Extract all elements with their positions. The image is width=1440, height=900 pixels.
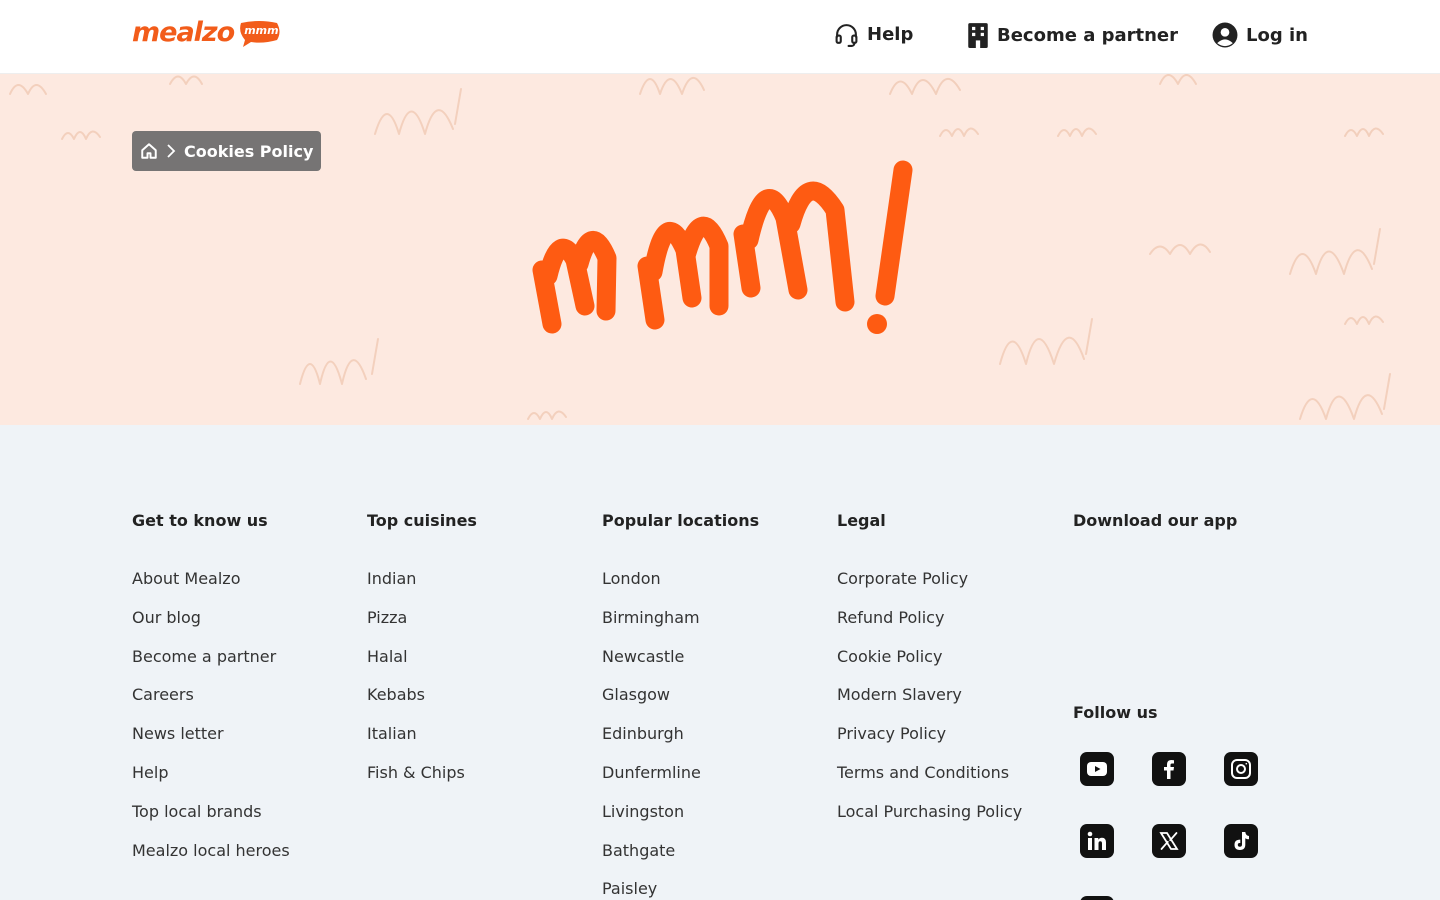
footer-column-legal: Legal Corporate Policy Refund Policy Coo… [837,511,1022,841]
footer-link[interactable]: About Mealzo [132,569,290,608]
footer-link[interactable]: Fish & Chips [367,763,477,802]
help-link[interactable]: Help [834,22,913,47]
footer-heading: Legal [837,511,886,530]
footer-heading: Popular locations [602,511,760,530]
footer-link[interactable]: Livingston [602,802,759,841]
building-icon [968,23,988,48]
site-footer: Get to know us About Mealzo Our blog Bec… [0,425,1440,900]
footer-link[interactable]: Bathgate [602,841,759,880]
mmm-illustration [532,160,913,334]
footer-column-popular-locations: Popular locations London Birmingham Newc… [602,511,759,900]
footer-link[interactable]: London [602,569,759,608]
tiktok-icon[interactable] [1224,824,1258,858]
linkedin-icon[interactable] [1080,824,1114,858]
login-link[interactable]: Log in [1212,22,1308,48]
footer-heading: Top cuisines [367,511,477,530]
footer-link[interactable]: Local Purchasing Policy [837,802,1022,841]
footer-link[interactable]: Privacy Policy [837,724,1022,763]
footer-link[interactable]: News letter [132,724,290,763]
logo-bubble-text: mmm! [244,23,284,37]
footer-link[interactable]: Pizza [367,608,477,647]
breadcrumb: Cookies Policy [132,131,322,171]
footer-column-download-app: Download our app [1073,511,1237,531]
breadcrumb-current: Cookies Policy [184,141,314,161]
facebook-icon[interactable] [1152,752,1186,786]
footer-link[interactable]: Refund Policy [837,608,1022,647]
youtube-icon[interactable] [1080,752,1114,786]
become-partner-link[interactable]: Become a partner [967,22,1178,48]
footer-link[interactable]: Mealzo local heroes [132,841,290,880]
become-partner-label: Become a partner [997,24,1179,46]
headset-icon [835,24,858,47]
footer-link[interactable]: Our blog [132,608,290,647]
footer-link[interactable]: Dunfermline [602,763,759,802]
site-header: mealzo mmm! Help Become a partner Log in [0,0,1440,74]
footer-column-top-cuisines: Top cuisines Indian Pizza Halal Kebabs I… [367,511,477,802]
logo-bubble-icon: mmm! [237,20,284,47]
social-icon[interactable] [1080,896,1114,900]
footer-heading: Get to know us [132,511,268,530]
footer-link[interactable]: Cookie Policy [837,647,1022,686]
instagram-icon[interactable] [1224,752,1258,786]
footer-link[interactable]: Italian [367,724,477,763]
logo-text: mealzo [132,17,235,48]
footer-link[interactable]: Terms and Conditions [837,763,1022,802]
chevron-right-icon [166,144,176,158]
footer-link[interactable]: Become a partner [132,647,290,686]
footer-link[interactable]: Help [132,763,290,802]
footer-link[interactable]: Modern Slavery [837,685,1022,724]
footer-heading: Download our app [1073,511,1238,530]
login-label: Log in [1246,24,1308,46]
footer-column-get-to-know-us: Get to know us About Mealzo Our blog Bec… [132,511,290,879]
user-circle-icon [1212,22,1238,48]
footer-link[interactable]: Careers [132,685,290,724]
footer-link[interactable]: Top local brands [132,802,290,841]
footer-link[interactable]: Edinburgh [602,724,759,763]
footer-link[interactable]: Indian [367,569,477,608]
footer-link[interactable]: Birmingham [602,608,759,647]
footer-link[interactable]: Kebabs [367,685,477,724]
x-icon[interactable] [1152,824,1186,858]
hero-banner: Cookies Policy [0,74,1440,425]
footer-link[interactable]: Newcastle [602,647,759,686]
follow-us-heading: Follow us [1073,703,1158,722]
mealzo-logo[interactable]: mealzo mmm! [132,17,284,48]
home-icon[interactable] [140,142,158,160]
footer-link[interactable]: Halal [367,647,477,686]
help-label: Help [867,24,914,45]
footer-link[interactable]: Glasgow [602,685,759,724]
footer-link[interactable]: Corporate Policy [837,569,1022,608]
footer-link[interactable]: Paisley [602,879,759,900]
